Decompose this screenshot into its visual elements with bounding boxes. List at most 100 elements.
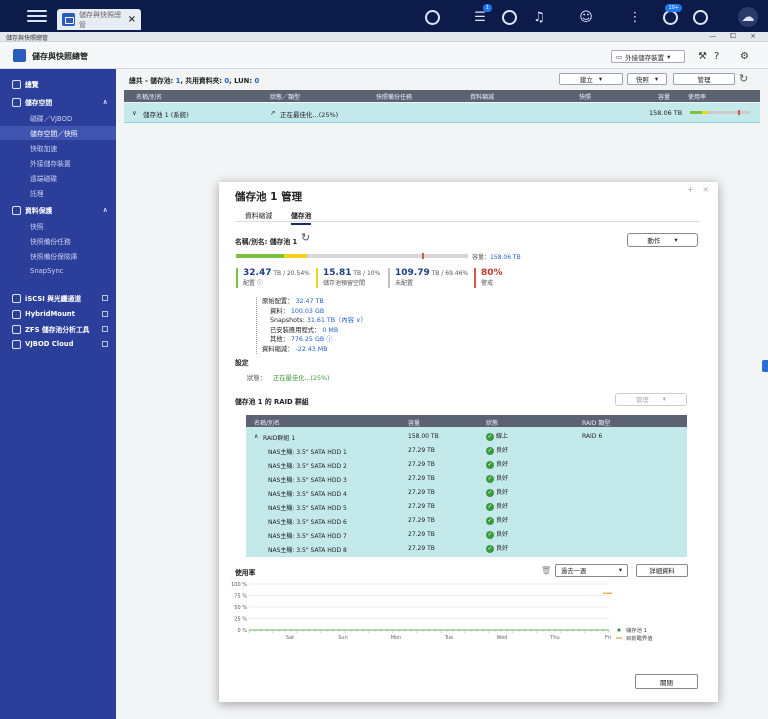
raid-manage-button[interactable]: 管理 ▾ [615, 393, 687, 406]
details-button[interactable]: 詳細資料 [636, 564, 688, 577]
tab-data-reduction[interactable]: 資料縮減 [245, 210, 272, 223]
external-link-icon [102, 311, 108, 317]
action-button[interactable]: 動作 ▾ [627, 233, 698, 247]
window-bar: 儲存與快照總管 — ⧠ × [0, 32, 768, 42]
sidebar-item-overview[interactable]: 總覽 [0, 77, 116, 91]
side-handle[interactable] [762, 360, 768, 372]
sidebar-item-cache[interactable]: 快取加速 [0, 141, 116, 155]
sidebar-item-vault[interactable]: 快照備份保險庫 [0, 249, 116, 263]
sidebar-item-remote[interactable]: 遠端磁碟 [0, 171, 116, 185]
tab-storage-pool[interactable]: 儲存池 [291, 210, 312, 225]
caret-down-icon: ▾ [674, 236, 678, 244]
tasks-icon[interactable]: ☰ 1 [470, 4, 492, 27]
raid-group-name: RAID群組 1 [263, 435, 296, 442]
table-row[interactable]: NAS主機: 3.5" SATA HDD 5 27.29 TB ✓ 良好 [246, 499, 687, 513]
window-controls[interactable]: — ⧠ × [709, 32, 762, 41]
cloud-icon[interactable]: ☁ [738, 7, 758, 27]
legend-reserved: 15.81 TB / 10% 儲存池預留空間 [316, 268, 380, 288]
info-icon[interactable]: 10+ [660, 4, 682, 27]
sidebar-item-storage[interactable]: 儲存空間 ∧ [0, 95, 116, 109]
settings-icon[interactable]: ⚙ [740, 51, 749, 62]
allocation-tree: 原始配置： 32.47 TB 資料： 100.03 GB Snapshots: … [256, 297, 367, 354]
check-icon: ✓ [486, 503, 494, 511]
trash-icon[interactable]: 🗑 [541, 566, 551, 575]
raid-group-status-text: 線上 [496, 433, 509, 440]
sidebar-item-hybridmount[interactable]: HybridMount [0, 307, 116, 321]
legend-caption: 儲存池預留空間 [323, 280, 366, 287]
check-icon: ✓ [486, 489, 494, 497]
sidebar-item-zfs[interactable]: ZFS 儲存池分析工具 [0, 322, 116, 336]
raid-col-status: 狀態 [486, 420, 499, 427]
sidebar-item-backup-jobs[interactable]: 快照備份任務 [0, 234, 116, 248]
more-icon[interactable]: ⋮ [625, 7, 645, 27]
chevron-up-icon: ∧ [102, 206, 108, 214]
x-tick-label: Mon [391, 635, 402, 641]
create-button[interactable]: 建立 ▾ [559, 73, 623, 85]
table-row[interactable]: NAS主機: 3.5" SATA HDD 8 27.29 TB ✓ 良好 [246, 541, 687, 555]
raid-group-row[interactable]: ∧ RAID群組 1 158.00 TB ✓ 線上 RAID 6 [246, 429, 687, 443]
table-row[interactable]: NAS主機: 3.5" SATA HDD 3 27.29 TB ✓ 良好 [246, 471, 687, 485]
storage-app-icon [62, 13, 75, 26]
expand-chevron-icon[interactable]: ∨ [132, 109, 137, 117]
disk-status-text: 良好 [496, 517, 509, 524]
check-icon: ✓ [486, 531, 494, 539]
refresh-icon[interactable]: ↻ [301, 231, 310, 244]
tree-value: -22.43 MB [295, 345, 328, 353]
dialog-tabs: 資料縮減 儲存池 [235, 210, 699, 225]
legend-caption: 配置 ⓘ [243, 280, 263, 287]
range-select[interactable]: 過去一週 ▾ [555, 564, 628, 577]
sidebar-item-disks[interactable]: 磁碟／VJBOD [0, 111, 116, 125]
gauge-icon[interactable] [690, 7, 710, 27]
sidebar-item-snapsync[interactable]: SnapSync [0, 264, 116, 278]
external-storage-button[interactable]: ▭ 外接儲存裝置 ▾ [611, 50, 685, 63]
tree-value: 776.25 GB ⓘ [290, 336, 333, 343]
search-icon[interactable] [422, 7, 442, 27]
help-icon[interactable]: ? [714, 51, 719, 62]
disk-status-text: 良好 [496, 475, 509, 482]
capacity-value: 158.06 TB [490, 254, 521, 261]
menu-icon[interactable] [27, 10, 47, 22]
x-tick-label: Wed [497, 635, 508, 641]
table-row[interactable]: NAS主機: 3.5" SATA HDD 1 27.29 TB ✓ 良好 [246, 443, 687, 457]
sidebar-label: HybridMount [25, 310, 75, 318]
refresh-icon[interactable]: ↻ [739, 72, 748, 85]
sidebar-item-vjbod-cloud[interactable]: VJBOD Cloud [0, 337, 116, 351]
sync-icon[interactable] [499, 7, 519, 27]
table-row[interactable]: NAS主機: 3.5" SATA HDD 7 27.29 TB ✓ 良好 [246, 527, 687, 541]
collapse-icon[interactable]: ∧ [254, 433, 258, 440]
snapshot-button[interactable]: 快照 ▾ [627, 73, 667, 85]
table-row[interactable]: NAS主機: 3.5" SATA HDD 6 27.29 TB ✓ 良好 [246, 513, 687, 527]
table-row[interactable]: NAS主機: 3.5" SATA HDD 4 27.29 TB ✓ 良好 [246, 485, 687, 499]
sidebar-item-external[interactable]: 外接儲存裝置 [0, 156, 116, 170]
disk-status-text: 良好 [496, 545, 509, 552]
sidebar-item-storage-snapshots[interactable]: 儲存空間／快照 [0, 126, 116, 140]
tree-value[interactable]: 31.61 TB（內容 ∨） [307, 317, 367, 324]
legend-allocated: 32.47 TB / 20.54% 配置 ⓘ [236, 268, 310, 288]
pool-name-label: 名稱/別名: 儲存池 1 [235, 238, 298, 246]
usage-chart: 100 % 75 % 50 % 25 % 0 % Sat Sun Mon Tue Wed Thu Fr… [231, 582, 653, 642]
settings-title: 設定 [235, 359, 249, 367]
close-button[interactable]: 關閉 [635, 674, 698, 689]
sidebar-item-iscsi[interactable]: iSCSI 與光纖通道 [0, 291, 116, 305]
sidebar-item-protection[interactable]: 資料保護 ∧ [0, 203, 116, 217]
sidebar-item-hosting[interactable]: 託理 [0, 186, 116, 200]
user-icon[interactable]: ☺ [576, 7, 596, 27]
check-icon: ✓ [486, 447, 494, 455]
tools-icon[interactable]: ⚒ [698, 51, 707, 62]
table-row[interactable]: NAS主機: 3.5" SATA HDD 2 27.29 TB ✓ 良好 [246, 457, 687, 471]
manage-button[interactable]: 管理 [673, 73, 735, 85]
capacity-reserved [283, 254, 307, 258]
disk-capacity: 27.29 TB [408, 461, 435, 468]
dialog-window-controls[interactable]: + × [687, 185, 712, 194]
bell-icon[interactable]: ♫ [529, 7, 549, 27]
sidebar-item-snapshots[interactable]: 快照 [0, 219, 116, 233]
disk-status-text: 良好 [496, 531, 509, 538]
disk-status-text: 良好 [496, 447, 509, 454]
close-tab-icon[interactable]: × [128, 14, 136, 25]
tree-value: 100.03 GB [290, 307, 325, 315]
check-icon: ✓ [486, 433, 494, 441]
legend-unit: TB / 10% [351, 270, 381, 277]
disk-name: NAS主機: 3.5" SATA HDD 5 [268, 505, 347, 512]
pool-row[interactable]: ∨ 儲存池 1 (系統) ↗ 正在最佳化...(25%) 158.06 TB [124, 103, 760, 123]
app-tab[interactable]: 儲存與快照總管 × [57, 9, 141, 30]
